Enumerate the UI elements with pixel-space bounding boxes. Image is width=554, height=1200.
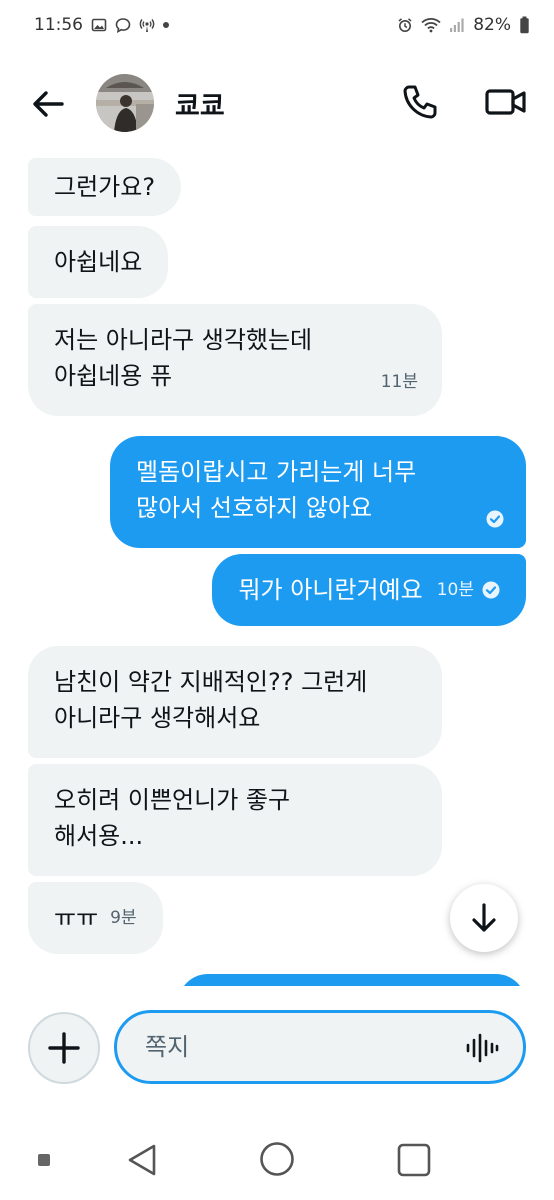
status-right: 82% — [397, 15, 530, 35]
more-notifications-dot-icon — [163, 22, 169, 28]
message-text: 멜돔이랍시고 가리는게 너무 많아서 선호하지 않아요 — [136, 458, 417, 522]
gallery-notification-icon — [91, 18, 107, 32]
message-text: 아쉽네요 — [54, 248, 143, 276]
phone-icon — [403, 85, 437, 119]
plus-icon — [48, 1032, 80, 1064]
message-incoming[interactable]: 저는 아니라구 생각했는데 아쉽네용 퓨 11분 — [28, 304, 442, 416]
message-timestamp: 9분 — [110, 908, 137, 928]
message-text: 오히려 이쁜언니가 좋구 해서용... — [54, 786, 291, 850]
message-outgoing[interactable]: 멜돔이랍시고 가리는게 너무 많아서 선호하지 않아요 — [110, 436, 526, 548]
hotspot-notification-icon — [139, 19, 155, 32]
read-receipt-icon — [482, 581, 500, 599]
message-outgoing-partial[interactable] — [178, 974, 526, 986]
system-navigation-bar — [0, 1120, 554, 1200]
signal-icon — [450, 18, 464, 32]
message-incoming[interactable]: 오히려 이쁜언니가 좋구 해서용... — [28, 764, 442, 876]
message-timestamp: 11분 — [380, 372, 418, 392]
avatar[interactable] — [96, 74, 154, 132]
message-text: 뭐가 아니란거예요 — [238, 576, 423, 604]
arrow-left-icon — [33, 91, 64, 117]
message-text: ㅠㅠ — [54, 904, 99, 932]
conversation-header: 쿄쿄 — [0, 62, 554, 142]
back-button[interactable] — [28, 84, 68, 124]
scroll-to-bottom-button[interactable] — [450, 884, 518, 952]
nav-home-icon[interactable] — [258, 1140, 296, 1178]
message-notification-icon — [115, 18, 131, 33]
message-incoming[interactable]: 그런가요? — [28, 158, 182, 216]
voice-message-button[interactable] — [465, 1031, 499, 1065]
message-text: 그런가요? — [54, 173, 156, 201]
video-call-button[interactable] — [484, 82, 528, 122]
battery-percent: 82% — [473, 15, 511, 35]
composer — [0, 1000, 554, 1100]
contact-name[interactable]: 쿄쿄 — [175, 84, 225, 123]
nav-recents-icon[interactable] — [396, 1142, 432, 1178]
message-input-container — [114, 1010, 526, 1084]
status-time: 11:56 — [34, 15, 83, 35]
voice-waveform-icon — [466, 1033, 499, 1063]
message-list[interactable]: 그런가요? 아쉽네요 저는 아니라구 생각했는데 아쉽네용 퓨 11분 멜돔이랍… — [0, 158, 554, 986]
arrow-down-icon — [472, 903, 496, 932]
message-incoming[interactable]: 아쉽네요 — [28, 226, 169, 298]
avatar-photo — [96, 74, 154, 132]
add-media-button[interactable] — [28, 1012, 100, 1084]
voice-call-button[interactable] — [400, 82, 440, 122]
message-input[interactable] — [145, 1029, 445, 1065]
message-outgoing[interactable]: 뭐가 아니란거예요 10분 — [212, 554, 526, 626]
wifi-icon — [421, 18, 441, 33]
read-receipt-icon — [486, 510, 504, 528]
message-timestamp: 10분 — [436, 580, 474, 600]
battery-icon — [520, 16, 529, 34]
alarm-icon — [398, 18, 412, 32]
message-text: 남친이 약간 지배적인?? 그런게 아니라구 생각해서요 — [54, 668, 368, 732]
message-incoming[interactable]: 남친이 약간 지배적인?? 그런게 아니라구 생각해서요 — [28, 646, 442, 758]
status-bar: 11:56 82% — [0, 0, 554, 50]
nav-back-icon[interactable] — [124, 1142, 160, 1178]
message-text: 저는 아니라구 생각했는데 아쉽네용 퓨 — [54, 326, 313, 390]
video-camera-icon — [485, 89, 526, 115]
status-left: 11:56 — [34, 15, 169, 35]
keyboard-hide-icon[interactable] — [38, 1154, 50, 1166]
message-incoming[interactable]: ㅠㅠ 9분 — [28, 882, 163, 954]
